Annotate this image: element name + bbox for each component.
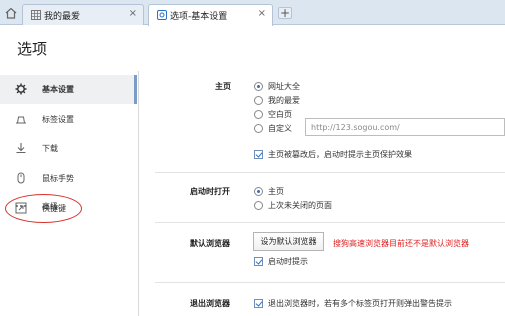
tab-options[interactable]: 选项-基本设置 ×: [148, 4, 273, 26]
settings-page-icon: [157, 10, 167, 20]
tab-strip: 我的最爱 × 选项-基本设置 × +: [0, 0, 505, 26]
homepage-radio-0[interactable]: [254, 82, 263, 91]
set-default-browser-button[interactable]: 设为默认浏览器: [253, 232, 324, 251]
exit-warn-label: 退出浏览器时，若有多个标签页打开则弹出警告提示: [268, 299, 452, 308]
homepage-protect-label: 主页被篡改后，启动时提示主页保护效果: [268, 150, 412, 159]
page-title: 选项: [17, 40, 48, 58]
close-icon[interactable]: ×: [129, 8, 137, 19]
sidebar-item-label: 鼠标手势: [42, 174, 74, 183]
exit-browser-section-label: 退出浏览器: [190, 299, 230, 308]
tab-title: 我的最爱: [44, 12, 81, 22]
sidebar-item-label: 下载: [42, 144, 58, 153]
sidebar-item-label: 标签设置: [42, 115, 74, 124]
exit-warn-checkbox[interactable]: [254, 299, 263, 308]
tab-title: 选项-基本设置: [170, 12, 228, 22]
startup-section-label: 启动时打开: [190, 187, 230, 196]
homepage-radio-3[interactable]: [254, 124, 263, 133]
sidebar-divider: [138, 71, 139, 316]
gear-icon: [15, 83, 27, 95]
new-tab-button[interactable]: +: [278, 7, 292, 19]
section-divider: [155, 282, 505, 283]
homepage-section-label: 主页: [215, 82, 231, 91]
startup-remind-checkbox[interactable]: [254, 257, 263, 266]
startup-radio-1[interactable]: [254, 201, 263, 210]
homepage-radio-2[interactable]: [254, 110, 263, 119]
startup-option-label: 主页: [268, 187, 284, 196]
homepage-option-label: 我的最爱: [268, 96, 300, 105]
sidebar-item-download[interactable]: 下载: [0, 134, 137, 163]
download-icon: [16, 143, 26, 154]
homepage-protect-checkbox[interactable]: [254, 150, 263, 159]
default-browser-section-label: 默认浏览器: [190, 239, 230, 248]
homepage-option-label: 自定义: [268, 124, 292, 133]
homepage-option-label: 空白页: [268, 110, 292, 119]
grid-icon: [31, 10, 41, 20]
close-icon[interactable]: ×: [258, 8, 266, 19]
homepage-radio-1[interactable]: [254, 96, 263, 105]
sidebar-item-mouse-gesture[interactable]: 鼠标手势: [0, 164, 137, 193]
startup-remind-label: 启动时提示: [268, 257, 308, 266]
tab-favorites[interactable]: 我的最爱 ×: [22, 4, 144, 25]
homepage-option-label: 网址大全: [268, 82, 300, 91]
sidebar-item-label: 基本设置: [42, 85, 74, 94]
custom-homepage-url-input[interactable]: [305, 118, 505, 136]
highlight-circle: [5, 194, 82, 223]
default-browser-warning: 搜狗高速浏览器目前还不是默认浏览器: [333, 239, 469, 248]
mouse-icon: [17, 172, 25, 184]
startup-radio-0[interactable]: [254, 187, 263, 196]
sidebar-item-tabs[interactable]: 标签设置: [0, 105, 137, 134]
home-icon[interactable]: [4, 7, 18, 19]
tab-icon: [16, 116, 26, 124]
sidebar-item-basic[interactable]: 基本设置: [0, 75, 137, 104]
startup-option-label: 上次未关闭的页面: [268, 201, 332, 210]
section-divider: [155, 172, 505, 173]
section-divider: [155, 222, 505, 223]
